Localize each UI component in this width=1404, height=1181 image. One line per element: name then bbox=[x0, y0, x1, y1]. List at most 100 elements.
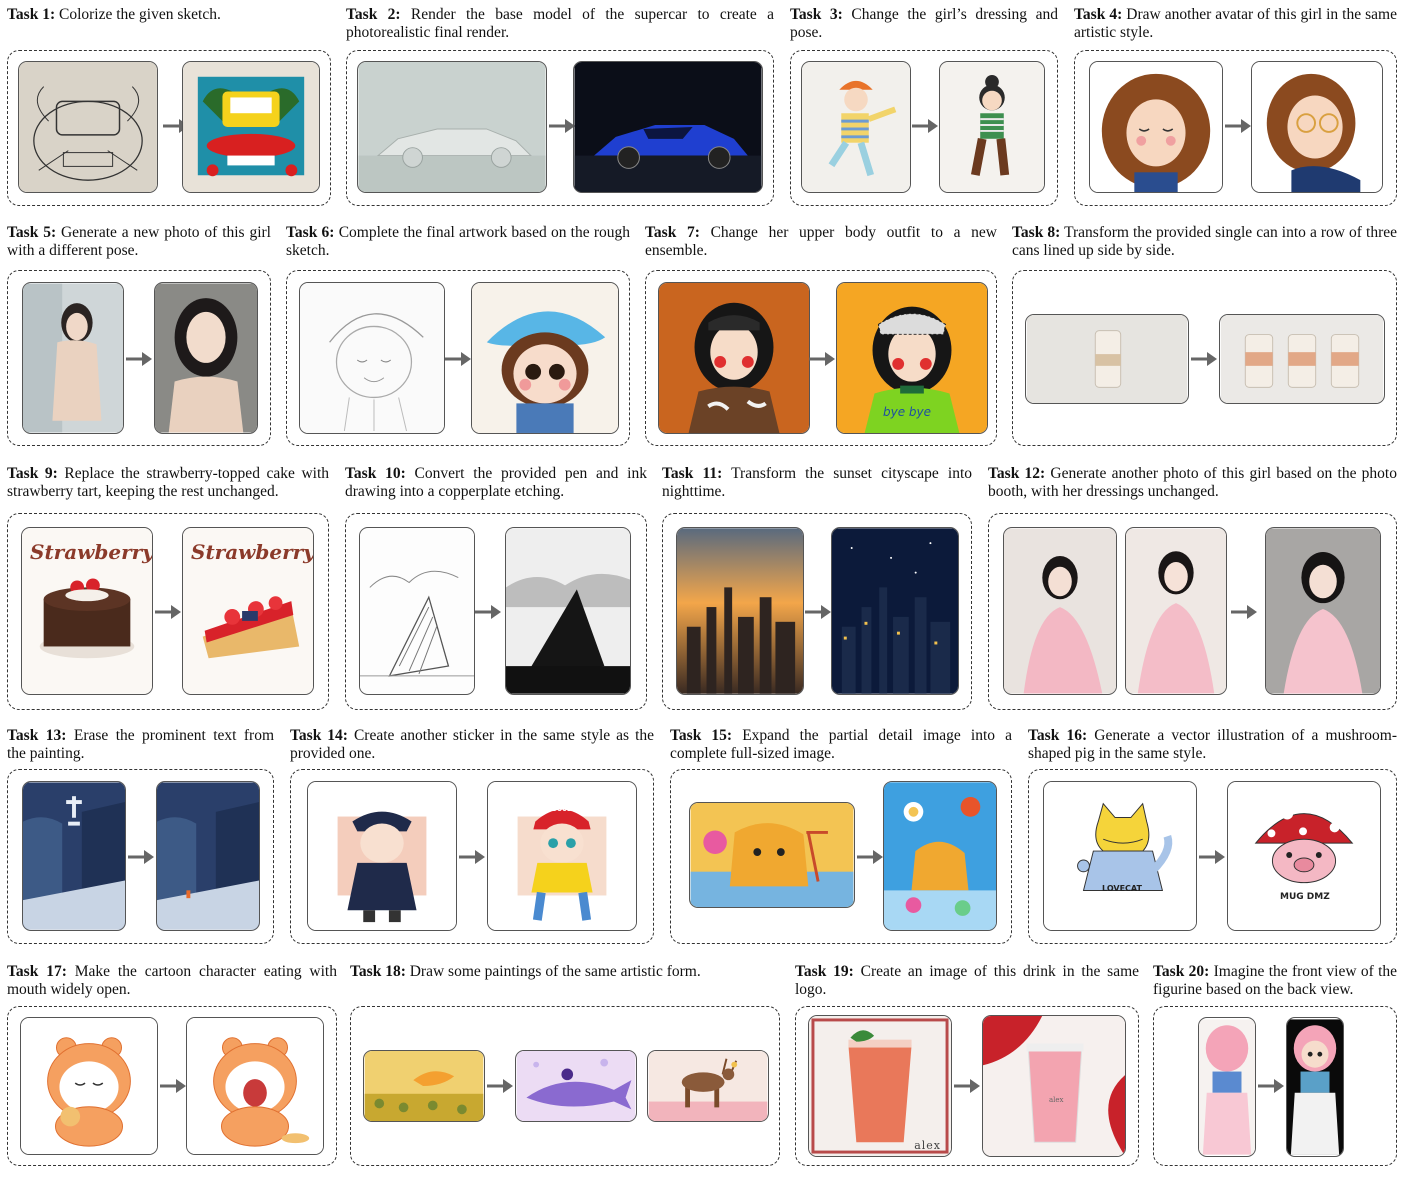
task-frame bbox=[286, 270, 630, 446]
input-image-rough-sketch bbox=[299, 282, 445, 434]
task-frame bbox=[988, 513, 1397, 710]
task-caption: Task 8: Transform the provided single ca… bbox=[1012, 224, 1398, 259]
input-image-avatar bbox=[1089, 61, 1223, 193]
task-frame: Strawberry Strawberry bbox=[7, 513, 329, 710]
shirt-text: bye bye bbox=[883, 405, 932, 419]
arrow-icon bbox=[809, 352, 835, 366]
input-image-sketch bbox=[18, 61, 158, 193]
task-5: Task 5: Generate a new photo of this gir… bbox=[7, 224, 271, 446]
task-caption: Task 3: Change the girl’s dressing and p… bbox=[790, 6, 1058, 41]
input-image-base-model bbox=[357, 61, 547, 193]
task-frame bbox=[790, 50, 1058, 206]
task-caption: Task 18: Draw some paintings of the same… bbox=[350, 963, 701, 980]
task-caption: Task 7: Change her upper body outfit to … bbox=[645, 224, 997, 259]
task-frame bbox=[1074, 50, 1397, 206]
task-frame bbox=[1012, 270, 1397, 446]
output-image-sticker: DOUDU bbox=[487, 781, 637, 931]
task-frame: bye bye bbox=[645, 270, 997, 446]
task-caption: Task 5: Generate a new photo of this gir… bbox=[7, 224, 271, 259]
arrow-icon bbox=[1191, 352, 1217, 366]
task-frame bbox=[7, 1006, 337, 1166]
input-image-sticker bbox=[307, 781, 457, 931]
task-16: Task 16: Generate a vector illustration … bbox=[1028, 727, 1397, 944]
arrow-icon bbox=[487, 1079, 513, 1093]
output-image-tart: Strawberry bbox=[182, 527, 314, 695]
task-18: Task 18: Draw some paintings of the same… bbox=[350, 963, 780, 1166]
task-frame: alex alex bbox=[795, 1006, 1139, 1166]
input-image-pen-ink bbox=[359, 527, 475, 695]
task-frame bbox=[7, 50, 331, 206]
task-caption: Task 15: Expand the partial detail image… bbox=[670, 727, 1012, 762]
input-image-girl bbox=[801, 61, 911, 193]
task-11: Task 11: Transform the sunset cityscape … bbox=[662, 465, 972, 710]
task-12: Task 12: Generate another photo of this … bbox=[988, 465, 1397, 710]
mug-text: MUG DMZ bbox=[1280, 892, 1330, 902]
arrow-icon bbox=[155, 605, 181, 619]
task-caption: Task 9: Replace the strawberry-topped ca… bbox=[7, 465, 330, 500]
output-image-girl bbox=[939, 61, 1045, 193]
arrow-icon bbox=[126, 352, 152, 366]
output-image-colorized bbox=[182, 61, 320, 193]
input-image-drink: alex bbox=[808, 1015, 952, 1157]
input-image-cartoon bbox=[20, 1017, 158, 1155]
task-frame bbox=[350, 1006, 780, 1166]
arrow-icon bbox=[475, 605, 501, 619]
output-image-drink: alex bbox=[982, 1015, 1126, 1157]
arrow-icon bbox=[1199, 850, 1225, 864]
task-frame bbox=[345, 513, 647, 710]
output-image-painting-clean bbox=[156, 781, 260, 931]
task-17: Task 17: Make the cartoon character eati… bbox=[7, 963, 337, 1166]
task-1: Task 1: Colorize the given sketch. bbox=[7, 6, 331, 206]
task-13: Task 13: Erase the prominent text from t… bbox=[7, 727, 274, 944]
output-image-figurine-front bbox=[1286, 1017, 1344, 1157]
output-image-etching bbox=[505, 527, 631, 695]
task-caption: Task 11: Transform the sunset cityscape … bbox=[662, 465, 973, 500]
task-7: Task 7: Change her upper body outfit to … bbox=[645, 224, 997, 446]
input-image-painting-with-text bbox=[22, 781, 126, 931]
input-image-painting bbox=[363, 1050, 485, 1122]
task-frame bbox=[7, 270, 271, 446]
output-image-painting-deer bbox=[647, 1050, 769, 1122]
arrow-icon bbox=[445, 352, 471, 366]
task-frame bbox=[662, 513, 972, 710]
output-image-supercar bbox=[573, 61, 763, 193]
arrow-icon bbox=[128, 850, 154, 864]
task-6: Task 6: Complete the final artwork based… bbox=[286, 224, 630, 446]
output-image-cartoon-eating bbox=[186, 1017, 324, 1155]
task-caption: Task 13: Erase the prominent text from t… bbox=[7, 727, 274, 762]
task-14: Task 14: Create another sticker in the s… bbox=[290, 727, 654, 944]
cake-text: Strawberry bbox=[30, 540, 153, 564]
task-8: Task 8: Transform the provided single ca… bbox=[1012, 224, 1397, 446]
output-image-outfit: bye bye bbox=[836, 282, 988, 434]
arrow-icon bbox=[805, 605, 831, 619]
task-frame bbox=[670, 769, 1012, 944]
output-image-night bbox=[831, 527, 959, 695]
arrow-icon bbox=[1258, 1079, 1284, 1093]
arrow-icon bbox=[160, 1079, 186, 1093]
task-caption: Task 19: Create an image of this drink i… bbox=[795, 963, 1140, 998]
task-frame bbox=[1153, 1006, 1397, 1166]
task-9: Task 9: Replace the strawberry-topped ca… bbox=[7, 465, 329, 710]
task-15: Task 15: Expand the partial detail image… bbox=[670, 727, 1012, 944]
lovecat-text: LOVECAT bbox=[1102, 884, 1142, 893]
task-caption: Task 4: Draw another avatar of this girl… bbox=[1074, 6, 1397, 41]
drink-logo-text-output: alex bbox=[1049, 1096, 1064, 1104]
output-image-mushroom-pig: MUG DMZ bbox=[1227, 781, 1381, 931]
arrow-icon bbox=[1231, 605, 1257, 619]
arrow-icon bbox=[857, 850, 883, 864]
task-caption: Task 2: Render the base model of the sup… bbox=[346, 6, 775, 41]
input-image-cake: Strawberry bbox=[21, 527, 153, 695]
drink-logo-text: alex bbox=[914, 1139, 941, 1152]
task-caption: Task 20: Imagine the front view of the f… bbox=[1153, 963, 1397, 998]
input-image-figurine-back bbox=[1198, 1017, 1256, 1157]
task-frame bbox=[7, 769, 274, 944]
input-image-single-can bbox=[1025, 314, 1189, 404]
task-3: Task 3: Change the girl’s dressing and p… bbox=[790, 6, 1058, 206]
input-image-outfit bbox=[658, 282, 810, 434]
output-image-avatar bbox=[1251, 61, 1383, 193]
input-image-photo bbox=[22, 282, 124, 434]
arrow-icon bbox=[1225, 119, 1251, 133]
task-19: Task 19: Create an image of this drink i… bbox=[795, 963, 1139, 1166]
input-image-lovecat: LOVECAT bbox=[1043, 781, 1197, 931]
input-image-partial bbox=[689, 802, 855, 908]
